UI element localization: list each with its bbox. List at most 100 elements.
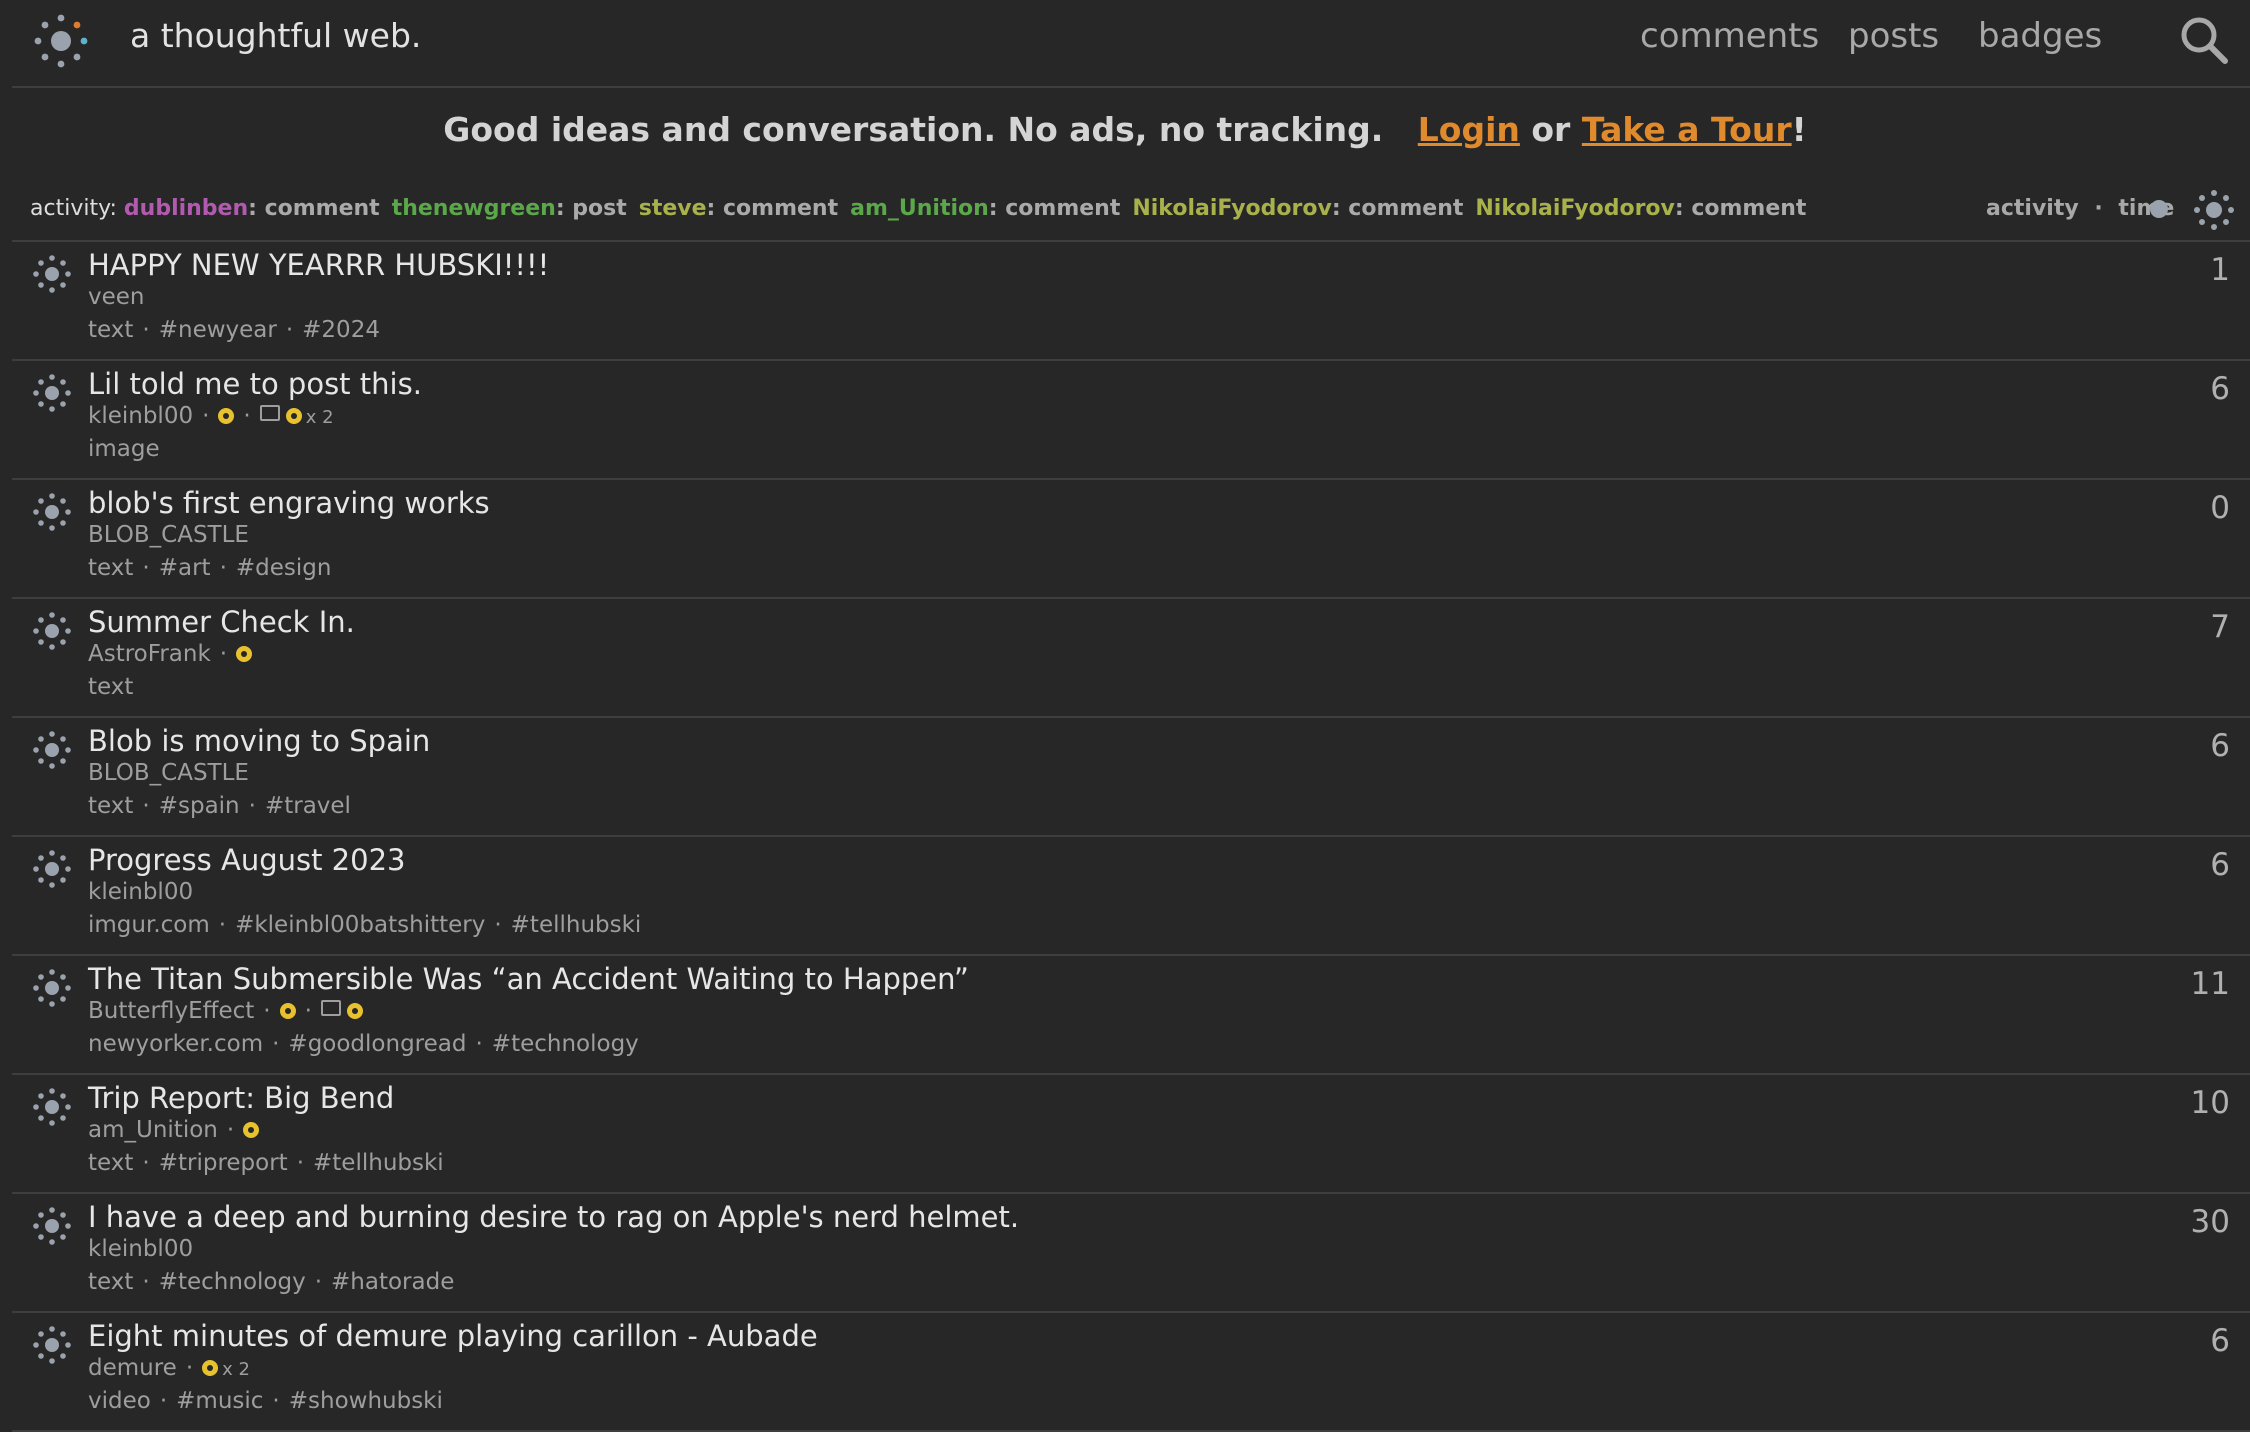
comment-icon <box>320 1000 341 1016</box>
activity-user-link[interactable]: steve <box>639 196 707 221</box>
post-gear-icon[interactable] <box>30 371 74 415</box>
post-gear-icon[interactable] <box>30 490 74 534</box>
separator: · <box>142 317 150 343</box>
badge-icon[interactable] <box>346 1003 363 1019</box>
post-author[interactable]: kleinbl00 <box>88 403 193 429</box>
comment-count[interactable]: 11 <box>2191 966 2230 1002</box>
post-gear-icon[interactable] <box>30 609 74 653</box>
post-author[interactable]: kleinbl00 <box>88 1236 193 1262</box>
tag-link[interactable]: #art <box>159 555 211 581</box>
activity-kind[interactable]: : post <box>556 196 627 221</box>
tag-link[interactable]: #tripreport <box>159 1150 288 1176</box>
post-title[interactable]: HAPPY NEW YEARRR HUBSKI!!!! <box>88 248 549 282</box>
badge-icon[interactable] <box>236 646 253 662</box>
activity-kind[interactable]: : comment <box>989 196 1121 221</box>
post-author[interactable]: AstroFrank <box>88 641 211 667</box>
post-type[interactable]: text <box>88 793 133 819</box>
activity-user-link[interactable]: am_Unition <box>850 196 989 221</box>
tag-link[interactable]: #kleinbl00batshittery <box>235 912 485 938</box>
tagline-end: ! <box>1791 110 1807 149</box>
activity-kind[interactable]: : comment <box>248 196 380 221</box>
post-gear-icon[interactable] <box>30 1085 74 1129</box>
post-title[interactable]: Trip Report: Big Bend <box>88 1081 394 1115</box>
activity-user-link[interactable]: NikolaiFyodorov <box>1132 196 1331 221</box>
post-type[interactable]: video <box>88 1388 151 1414</box>
comment-count[interactable]: 1 <box>2210 252 2230 288</box>
post-type[interactable]: text <box>88 555 133 581</box>
post-gear-icon[interactable] <box>30 728 74 772</box>
tag-link[interactable]: #showhubski <box>289 1388 443 1414</box>
comment-count[interactable]: 30 <box>2191 1204 2230 1240</box>
sort-activity-link[interactable]: activity <box>1986 196 2079 221</box>
badge-icon[interactable] <box>218 408 235 424</box>
comment-count[interactable]: 6 <box>2210 847 2230 883</box>
comment-count[interactable]: 7 <box>2210 609 2230 645</box>
post-gear-icon[interactable] <box>30 966 74 1010</box>
activity-user-link[interactable]: thenewgreen <box>392 196 556 221</box>
tag-link[interactable]: #tellhubski <box>313 1150 444 1176</box>
post-author[interactable]: ButterflyEffect <box>88 998 254 1024</box>
post-title[interactable]: Blob is moving to Spain <box>88 724 430 758</box>
tag-link[interactable]: #tellhubski <box>511 912 642 938</box>
post-type[interactable]: text <box>88 674 133 700</box>
post-type[interactable]: text <box>88 317 133 343</box>
activity-user-link[interactable]: NikolaiFyodorov <box>1475 196 1674 221</box>
post-type[interactable]: text <box>88 1150 133 1176</box>
tag-link[interactable]: #technology <box>159 1269 306 1295</box>
badge-icon[interactable] <box>243 1122 260 1138</box>
post-type[interactable]: imgur.com <box>88 912 210 938</box>
post-author[interactable]: kleinbl00 <box>88 879 193 905</box>
post-title[interactable]: Eight minutes of demure playing carillon… <box>88 1319 818 1353</box>
post-gear-icon[interactable] <box>30 252 74 296</box>
post-type[interactable]: image <box>88 436 160 462</box>
search-icon[interactable] <box>2178 14 2230 66</box>
post-gear-icon[interactable] <box>30 1204 74 1248</box>
post-author[interactable]: demure <box>88 1355 177 1381</box>
activity-user-link[interactable]: dublinben <box>124 196 248 221</box>
post-gear-icon[interactable] <box>30 847 74 891</box>
comment-count[interactable]: 10 <box>2191 1085 2230 1121</box>
post-author[interactable]: am_Unition <box>88 1117 218 1143</box>
post-title[interactable]: I have a deep and burning desire to rag … <box>88 1200 1019 1234</box>
post-gear-icon[interactable] <box>30 1323 74 1367</box>
badge-icon[interactable] <box>202 1360 219 1376</box>
tag-link[interactable]: #music <box>176 1388 263 1414</box>
tag-link[interactable]: #design <box>236 555 332 581</box>
activity-kind[interactable]: : comment <box>1332 196 1464 221</box>
tag-link[interactable]: #newyear <box>159 317 277 343</box>
post-title[interactable]: Progress August 2023 <box>88 843 406 877</box>
comment-count[interactable]: 6 <box>2210 728 2230 764</box>
toggle-dot-icon[interactable] <box>2150 200 2168 218</box>
post-type[interactable]: newyorker.com <box>88 1031 263 1057</box>
login-link[interactable]: Login <box>1418 110 1520 149</box>
post-title[interactable]: Summer Check In. <box>88 605 355 639</box>
post-author[interactable]: BLOB_CASTLE <box>88 760 249 786</box>
activity-label: activity: <box>30 196 117 221</box>
tag-link[interactable]: #hatorade <box>331 1269 454 1295</box>
tag-link[interactable]: #spain <box>159 793 240 819</box>
post-title[interactable]: The Titan Submersible Was “an Accident W… <box>88 962 969 996</box>
activity-kind[interactable]: : comment <box>1675 196 1807 221</box>
hubski-logo-icon[interactable] <box>30 10 92 72</box>
comment-count[interactable]: 0 <box>2210 490 2230 526</box>
tag-link[interactable]: #goodlongread <box>288 1031 466 1057</box>
badge-icon[interactable] <box>279 1003 296 1019</box>
take-a-tour-link[interactable]: Take a Tour <box>1582 110 1792 149</box>
tag-link[interactable]: #2024 <box>302 317 380 343</box>
comment-count[interactable]: 6 <box>2210 1323 2230 1359</box>
settings-gear-icon[interactable] <box>2192 188 2236 232</box>
activity-kind[interactable]: : comment <box>707 196 839 221</box>
post-title[interactable]: blob's first engraving works <box>88 486 490 520</box>
site-name[interactable]: a thoughtful web. <box>130 16 421 55</box>
post-title[interactable]: Lil told me to post this. <box>88 367 422 401</box>
tag-link[interactable]: #travel <box>265 793 351 819</box>
post-author[interactable]: veen <box>88 284 145 310</box>
comment-count[interactable]: 6 <box>2210 371 2230 407</box>
post-author[interactable]: BLOB_CASTLE <box>88 522 249 548</box>
nav-badges[interactable]: badges <box>1978 16 2102 56</box>
nav-posts[interactable]: posts <box>1848 16 1939 56</box>
nav-comments[interactable]: comments <box>1640 16 1819 56</box>
post-type[interactable]: text <box>88 1269 133 1295</box>
tag-link[interactable]: #technology <box>492 1031 639 1057</box>
badge-icon[interactable] <box>285 408 302 424</box>
